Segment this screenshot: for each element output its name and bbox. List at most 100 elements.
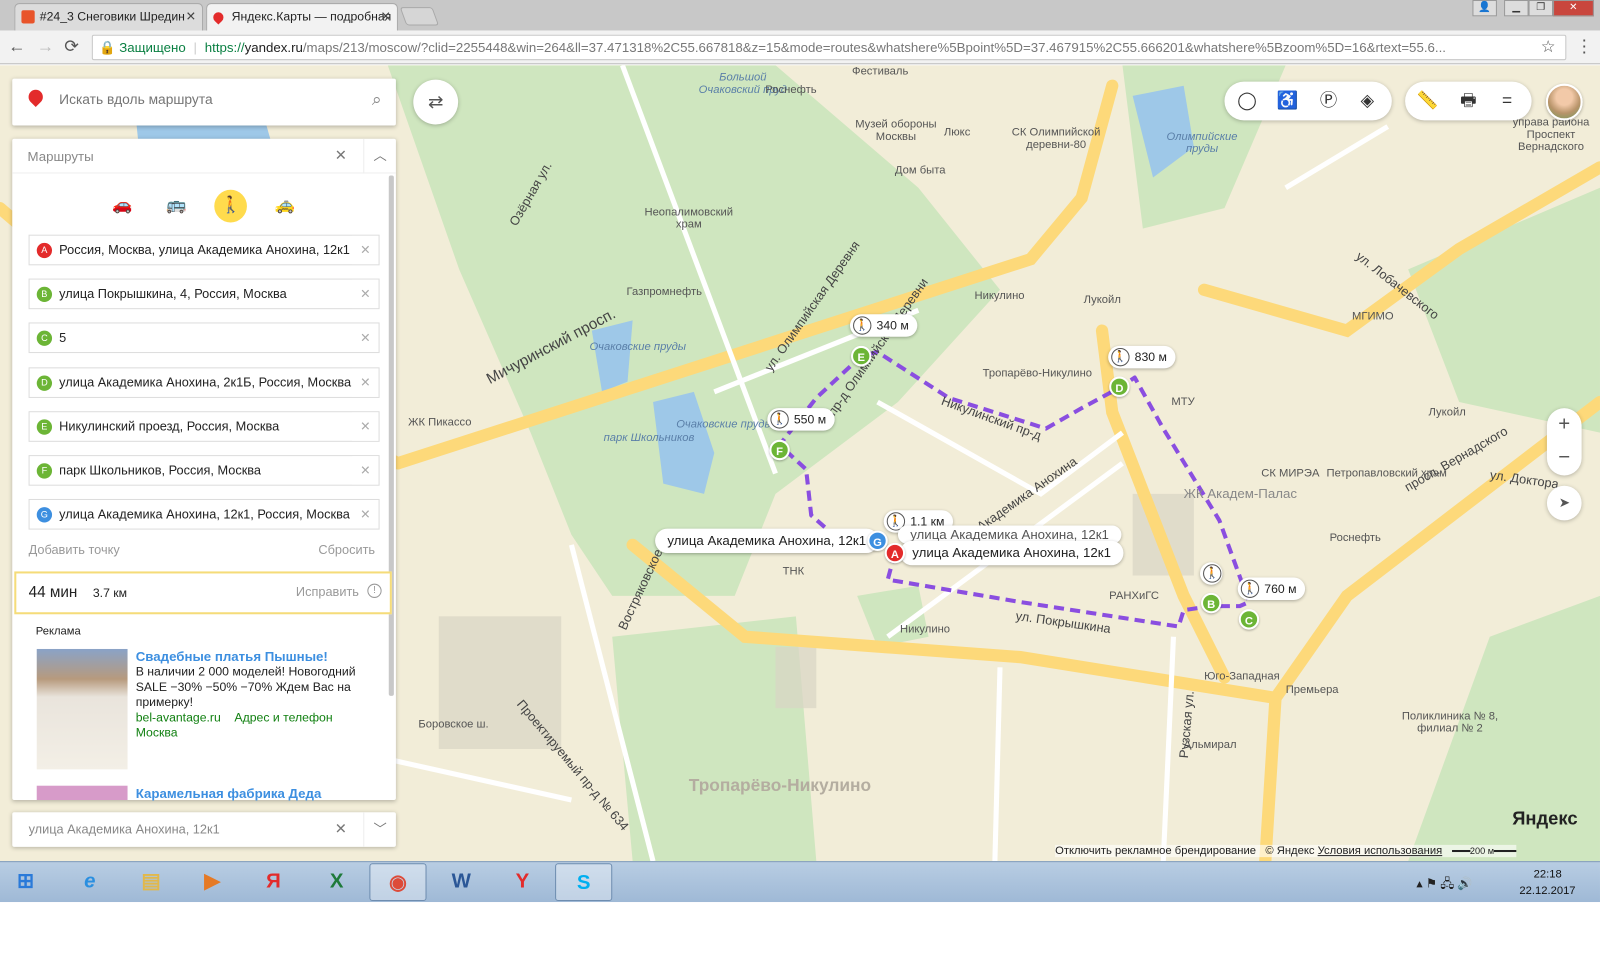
route-toggle-button[interactable]: ⇄	[413, 79, 459, 125]
parking-icon[interactable]: Ⓟ	[1316, 89, 1340, 113]
zoom-out-button[interactable]: −	[1547, 442, 1582, 476]
route-pin-a[interactable]: A	[884, 542, 906, 564]
panel-scrollbar[interactable]	[388, 175, 394, 696]
map-label[interactable]: Поликлиника № 8, филиал № 2	[1394, 710, 1506, 734]
clock-date[interactable]: 22.12.2017	[1519, 885, 1575, 897]
route-point-e-input[interactable]: E Никулинский проезд, Россия, Москва ✕	[28, 411, 380, 442]
ad-title-link[interactable]: Свадебные платья Пышные!	[136, 649, 381, 664]
collapse-chevron-icon[interactable]: ︿	[363, 138, 396, 174]
mode-car-button[interactable]: 🚗	[106, 190, 139, 223]
map-label[interactable]: ЖК Академ-Палас	[1184, 487, 1297, 500]
close-tab-icon[interactable]: ✕	[381, 9, 391, 23]
address-label[interactable]: улица Академика Анохина, 12к1	[655, 528, 879, 554]
terms-link[interactable]: Условия использования	[1318, 845, 1443, 857]
ad-image-candy[interactable]	[36, 785, 128, 800]
clock-time[interactable]: 22:18	[1534, 868, 1562, 880]
route-summary[interactable]: 44 мин 3.7 км Исправить !	[14, 571, 392, 615]
tab-snowmen[interactable]: #24_3 Снеговики Шредин ✕	[14, 3, 204, 31]
zoom-in-button[interactable]: +	[1547, 408, 1582, 442]
browser-menu-icon[interactable]: ⋮	[1575, 37, 1592, 57]
map-label[interactable]: Музей обороны Москвы	[845, 118, 947, 142]
map-label[interactable]: Газпромнефть	[627, 286, 702, 298]
map-label[interactable]: Премьера	[1286, 684, 1339, 696]
close-tab-icon[interactable]: ✕	[186, 9, 196, 23]
map-label[interactable]: Очаковские пруды	[587, 341, 689, 353]
clear-point-icon[interactable]: ✕	[352, 412, 379, 441]
ruler-icon[interactable]: 📏	[1415, 89, 1439, 113]
route-point-f-input[interactable]: Fпарк Школьников, Россия, Москва ✕	[28, 455, 380, 486]
map-label[interactable]: Юго-Западная	[1204, 670, 1280, 682]
map-label[interactable]: МТУ	[1171, 396, 1194, 408]
ad-title-link[interactable]: Карамельная фабрика Деда	[136, 786, 322, 801]
route-point-c-input[interactable]: C 5 ✕	[28, 322, 380, 354]
geolocation-button[interactable]: ➤	[1546, 485, 1582, 521]
minimize-button[interactable]: ▁	[1504, 0, 1529, 17]
tray-icons[interactable]: ▴ ⚑ 🖧 🔊	[1416, 874, 1472, 895]
ad-site-link[interactable]: bel-avantage.ru	[136, 710, 221, 724]
mode-walk-button[interactable]: 🚶	[214, 189, 247, 223]
excel-icon[interactable]: X	[308, 863, 365, 901]
media-player-icon[interactable]: ▶	[184, 863, 241, 901]
map-label[interactable]: Тропарёво-Никулино	[983, 367, 1092, 379]
mode-bus-button[interactable]: 🚌	[160, 190, 193, 223]
route-point-a-input[interactable]: A Россия, Москва, улица Академика Анохина…	[28, 234, 380, 266]
route-search-input[interactable]	[59, 91, 345, 108]
route-point-b-input[interactable]: Bулица Покрышкина, 4, Россия, Москва ✕	[28, 278, 380, 310]
map-label[interactable]: Роснефть	[765, 84, 816, 96]
distance-bubble[interactable]: 🚶 830 м	[1108, 345, 1176, 369]
map-label[interactable]: Дом быта	[895, 164, 946, 176]
clear-point-icon[interactable]: ✕	[352, 279, 379, 309]
forward-button[interactable]: →	[37, 37, 54, 57]
map-label[interactable]: МГИМО	[1352, 310, 1394, 322]
disable-branding-link[interactable]: Отключить рекламное брендирование	[1055, 845, 1256, 857]
panorama-icon[interactable]: ♿	[1276, 89, 1300, 113]
profile-button[interactable]: 👤	[1472, 0, 1497, 17]
map-label[interactable]: Олимпийские пруды	[1151, 131, 1253, 155]
map-label[interactable]: Неопалимовский храм	[638, 206, 740, 230]
chrome-icon[interactable]: ◉	[369, 863, 427, 902]
yandex-browser-icon[interactable]: Y	[494, 863, 551, 901]
ad-image-wedding-dress[interactable]	[36, 648, 128, 770]
close-window-button[interactable]: ✕	[1553, 0, 1594, 17]
fix-route-link[interactable]: Исправить	[296, 585, 359, 599]
mode-taxi-button[interactable]: 🚕	[268, 190, 301, 223]
print-icon[interactable]: 🖶	[1456, 89, 1480, 113]
close-icon[interactable]: ✕	[335, 147, 347, 164]
route-pin-e[interactable]: E	[851, 345, 872, 367]
map-label[interactable]: РАНХиГС	[1109, 590, 1159, 602]
route-point-d-input[interactable]: Dулица Академика Анохина, 2к1Б, Россия, …	[28, 366, 380, 398]
distance-bubble[interactable]: 🚶 550 м	[767, 408, 835, 431]
map-label[interactable]: Никулино	[900, 623, 950, 635]
map-label[interactable]: Очаковские пруды	[673, 418, 775, 430]
route-search-box[interactable]: ⌕	[12, 78, 396, 126]
route-point-g-input[interactable]: Gулица Академика Анохина, 12к1, Россия, …	[28, 499, 380, 530]
map-label[interactable]: Боровское ш.	[418, 718, 488, 730]
map-label[interactable]: Никулино	[974, 290, 1024, 302]
reload-button[interactable]: ⟳	[64, 37, 79, 57]
route-pin-b[interactable]: B	[1201, 592, 1222, 614]
clear-point-icon[interactable]: ✕	[352, 456, 379, 485]
user-avatar[interactable]	[1545, 83, 1583, 121]
route-pin-d[interactable]: D	[1109, 376, 1130, 397]
back-button[interactable]: ←	[8, 37, 25, 57]
chevron-down-icon[interactable]: ﹀	[363, 812, 396, 847]
start-button[interactable]: ⊞	[0, 863, 51, 901]
bookmark-star-icon[interactable]: ☆	[1541, 37, 1556, 57]
route-pin-f[interactable]: F	[769, 439, 790, 461]
map-label[interactable]: Тропарёво-Никулино	[689, 777, 871, 794]
map-label[interactable]: Лукойл	[1084, 294, 1121, 306]
map-label[interactable]: Люкс	[944, 127, 970, 139]
yandex-icon[interactable]: Я	[245, 863, 302, 901]
tab-yandex-maps[interactable]: Яндекс.Карты — подробная ✕	[206, 3, 398, 31]
selected-address-card[interactable]: улица Академика Анохина, 12к1 ✕ ﹀	[12, 812, 396, 847]
map-label[interactable]: ТНК	[783, 565, 805, 577]
add-point-link[interactable]: Добавить точку	[29, 543, 120, 557]
traffic-icon[interactable]: ◯	[1235, 89, 1259, 113]
map-label[interactable]: Роснефть	[1330, 532, 1381, 544]
word-icon[interactable]: W	[433, 863, 490, 901]
map-label[interactable]: ЖК Пикассо	[408, 416, 471, 428]
clear-point-icon[interactable]: ✕	[352, 367, 379, 397]
file-explorer-icon[interactable]: ▤	[122, 863, 179, 901]
skype-icon[interactable]: S	[555, 863, 613, 902]
info-icon[interactable]: !	[367, 583, 382, 598]
